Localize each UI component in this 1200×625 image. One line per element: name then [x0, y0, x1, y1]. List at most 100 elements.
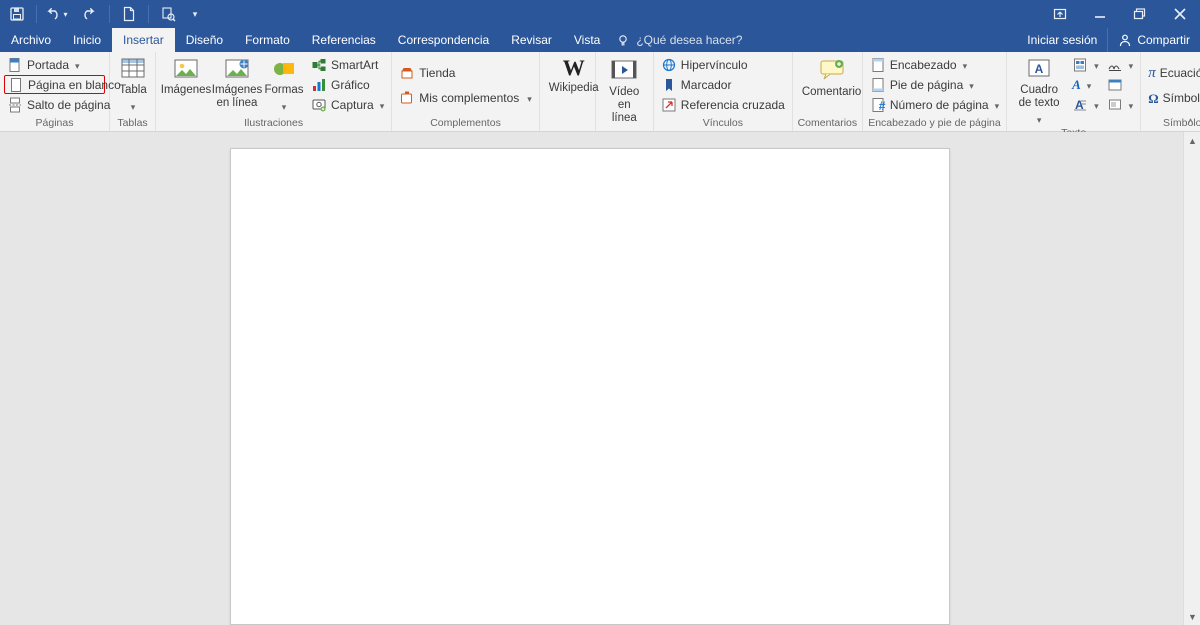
grafico-button[interactable]: Gráfico: [308, 75, 387, 94]
bulb-icon: [617, 34, 630, 47]
marcador-button[interactable]: Marcador: [658, 75, 788, 94]
sign-in-button[interactable]: Iniciar sesión: [1017, 28, 1107, 52]
object-button[interactable]: [1104, 95, 1137, 114]
formas-button[interactable]: Formas: [262, 55, 306, 114]
group-ilustraciones: Imágenes Imágenes en línea Formas SmartA…: [156, 52, 392, 131]
tab-revisar[interactable]: Revisar: [500, 28, 563, 52]
referencia-cruzada-button[interactable]: Referencia cruzada: [658, 95, 788, 114]
portada-button[interactable]: Portada: [4, 55, 105, 74]
tienda-button[interactable]: Tienda: [396, 61, 535, 85]
online-pictures-icon: [223, 57, 251, 81]
salto-pagina-button[interactable]: Salto de página: [4, 95, 105, 114]
symbol-icon: Ω: [1148, 92, 1158, 105]
document-page[interactable]: [230, 148, 950, 625]
group-multimedia: Vídeo en línea Multimedia: [596, 52, 654, 131]
comentario-button[interactable]: Comentario: [797, 55, 866, 113]
header-icon: [870, 57, 886, 73]
hipervinculo-button[interactable]: Hipervínculo: [658, 55, 788, 74]
group-label: Encabezado y pie de página: [867, 117, 1002, 131]
imagenes-button[interactable]: Imágenes: [160, 55, 212, 113]
quick-access-toolbar: ▾ ▾: [0, 0, 205, 28]
cuadro-texto-button[interactable]: A Cuadro de texto: [1011, 55, 1067, 127]
quick-parts-button[interactable]: [1069, 55, 1102, 74]
drop-cap-button[interactable]: A: [1069, 95, 1102, 114]
tab-vista[interactable]: Vista: [563, 28, 611, 52]
tell-me-input[interactable]: [636, 33, 796, 47]
svg-text:#: #: [879, 98, 886, 112]
comment-icon: [817, 57, 847, 83]
qat-customize-button[interactable]: ▾: [185, 0, 205, 28]
object-icon: [1107, 97, 1123, 113]
ribbon-tabs: Archivo Inicio Insertar Diseño Formato R…: [0, 28, 1200, 52]
wikipedia-icon: W: [563, 57, 585, 79]
tab-diseno[interactable]: Diseño: [175, 28, 234, 52]
new-doc-button[interactable]: [112, 0, 146, 28]
date-time-button[interactable]: [1104, 75, 1137, 94]
title-bar: ▾ ▾: [0, 0, 1200, 28]
cross-reference-icon: [661, 97, 677, 113]
text-box-icon: A: [1025, 57, 1053, 81]
encabezado-button[interactable]: Encabezado: [867, 55, 1002, 74]
restore-button[interactable]: [1120, 0, 1160, 28]
wordart-icon: A: [1072, 78, 1081, 91]
signature-line-button[interactable]: [1104, 55, 1137, 74]
tab-correspondencia[interactable]: Correspondencia: [387, 28, 500, 52]
close-button[interactable]: [1160, 0, 1200, 28]
pie-pagina-button[interactable]: Pie de página: [867, 75, 1002, 94]
tab-inicio[interactable]: Inicio: [62, 28, 112, 52]
picture-icon: [172, 57, 200, 81]
group-tablas: Tabla Tablas: [110, 52, 156, 131]
group-label: Tablas: [114, 117, 151, 131]
scroll-down-button[interactable]: ▼: [1184, 608, 1200, 625]
ribbon: Portada Página en blanco Salto de página…: [0, 52, 1200, 132]
tab-referencias[interactable]: Referencias: [301, 28, 387, 52]
shapes-icon: [270, 57, 298, 81]
collapse-ribbon-button[interactable]: ˄: [1187, 115, 1194, 129]
ecuacion-button[interactable]: π Ecuación: [1145, 61, 1200, 85]
footer-icon: [870, 77, 886, 93]
bookmark-icon: [661, 77, 677, 93]
scroll-up-button[interactable]: ▲: [1184, 132, 1200, 149]
group-label: Comentarios: [797, 117, 858, 131]
tab-formato[interactable]: Formato: [234, 28, 301, 52]
imagenes-linea-button[interactable]: Imágenes en línea: [212, 55, 262, 113]
group-label: Vínculos: [658, 117, 788, 131]
video-button[interactable]: Vídeo en línea: [600, 55, 649, 142]
pagina-blanco-button[interactable]: Página en blanco: [4, 75, 105, 94]
tab-insertar[interactable]: Insertar: [112, 28, 175, 52]
signature-icon: [1107, 57, 1123, 73]
vertical-scrollbar[interactable]: ▲ ▼: [1183, 132, 1200, 625]
mis-complementos-button[interactable]: Mis complementos: [396, 86, 535, 110]
undo-button[interactable]: ▾: [39, 0, 73, 28]
tell-me-search[interactable]: [617, 28, 796, 52]
simbolo-button[interactable]: Ω Símbolo: [1145, 86, 1200, 110]
print-preview-button[interactable]: [151, 0, 185, 28]
captura-button[interactable]: Captura: [308, 95, 387, 114]
tabla-button[interactable]: Tabla: [114, 55, 152, 114]
page-break-icon: [7, 97, 23, 113]
smartart-button[interactable]: SmartArt: [308, 55, 387, 74]
group-encabezado: Encabezado Pie de página # Número de pág…: [863, 52, 1007, 131]
share-button[interactable]: Compartir: [1107, 28, 1200, 52]
group-comentarios: Comentario Comentarios: [793, 52, 863, 131]
screenshot-icon: [311, 97, 327, 113]
page-number-icon: #: [870, 97, 886, 113]
redo-button[interactable]: [73, 0, 107, 28]
group-wikipedia: W Wikipedia: [540, 52, 596, 131]
tab-archivo[interactable]: Archivo: [0, 28, 62, 52]
wikipedia-button[interactable]: W Wikipedia: [544, 55, 604, 113]
group-vinculos: Hipervínculo Marcador Referencia cruzada…: [654, 52, 793, 131]
cover-page-icon: [7, 57, 23, 73]
ribbon-display-options-button[interactable]: [1040, 0, 1080, 28]
quick-parts-icon: [1072, 57, 1088, 73]
drop-cap-icon: A: [1072, 97, 1088, 113]
blank-page-icon: [8, 77, 24, 93]
save-button[interactable]: [0, 0, 34, 28]
group-complementos: Tienda Mis complementos Complementos: [392, 52, 540, 131]
wordart-button[interactable]: A: [1069, 75, 1102, 94]
store-icon: [399, 65, 415, 81]
group-label: Complementos: [396, 117, 535, 131]
date-time-icon: [1107, 77, 1123, 93]
numero-pagina-button[interactable]: # Número de página: [867, 95, 1002, 114]
minimize-button[interactable]: [1080, 0, 1120, 28]
